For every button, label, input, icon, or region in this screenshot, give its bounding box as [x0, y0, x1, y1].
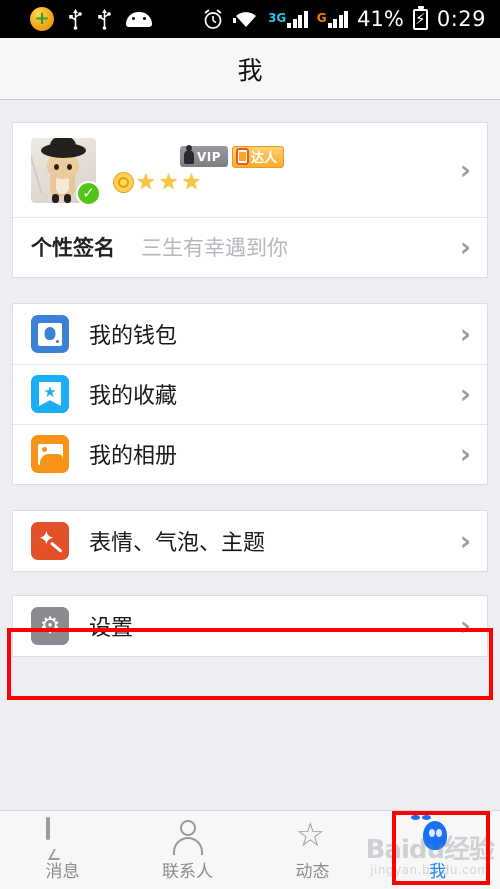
- level-badges[interactable]: ★ ★ ★: [114, 170, 284, 196]
- menu-item-label: 我的收藏: [89, 384, 178, 409]
- chevron-right-icon: ›: [459, 438, 471, 470]
- bottom-tab-bar: 消息 联系人 ☆ 动态 我: [0, 810, 500, 889]
- tab-messages[interactable]: 消息: [0, 811, 125, 889]
- status-bar-clock: 0:29: [436, 7, 486, 31]
- tab-label: 消息: [45, 861, 80, 882]
- network-g-label: G: [316, 10, 327, 25]
- title-bar: 我: [0, 38, 500, 100]
- signature-value: 三生有幸遇到你: [141, 236, 288, 260]
- verified-check-icon: ✓: [76, 180, 101, 206]
- scroll-content[interactable]: ✓ VIP 达人 ★ ★ ★ › 个性签名 三生有幸遇到你 › 我的钱包 › ★…: [0, 100, 500, 810]
- tab-contacts[interactable]: 联系人: [125, 811, 250, 889]
- network-g-indicator: G: [316, 10, 349, 28]
- chevron-right-icon: ›: [459, 231, 471, 263]
- magic-wand-icon: ✦: [31, 522, 69, 560]
- usb-icon: [68, 8, 83, 30]
- usb-icon: [97, 8, 112, 30]
- network-3g-indicator: 3G: [268, 10, 308, 28]
- menu-item-album[interactable]: 我的相册 ›: [13, 424, 487, 484]
- android-robot-icon: [126, 11, 152, 27]
- status-bar-left-icons: +: [10, 7, 152, 31]
- menu-group-themes: ✦ 表情、气泡、主题 ›: [12, 510, 488, 572]
- chevron-right-icon: ›: [459, 525, 471, 557]
- menu-item-emoji-bubble-theme[interactable]: ✦ 表情、气泡、主题 ›: [13, 511, 487, 571]
- page-title: 我: [237, 55, 263, 85]
- profile-row[interactable]: ✓ VIP 达人 ★ ★ ★ ›: [13, 123, 487, 217]
- menu-item-wallet[interactable]: 我的钱包 ›: [13, 304, 487, 364]
- chevron-right-icon: ›: [459, 318, 471, 350]
- phone-icon: [236, 148, 250, 165]
- person-icon: [171, 819, 205, 855]
- sun-level-icon: [114, 173, 133, 192]
- vip-badge[interactable]: VIP: [180, 144, 229, 167]
- wallet-icon: [31, 315, 69, 353]
- daren-badge-label: 达人: [251, 151, 278, 166]
- chevron-right-icon: ›: [459, 154, 471, 186]
- menu-item-label: 我的相册: [89, 444, 178, 469]
- wifi-icon: [233, 9, 259, 29]
- tab-label: 我: [429, 861, 446, 882]
- signature-label: 个性签名: [31, 236, 115, 260]
- profile-card: ✓ VIP 达人 ★ ★ ★ › 个性签名 三生有幸遇到你 ›: [12, 122, 488, 278]
- star-icon: ★: [158, 169, 179, 195]
- star-outline-icon: ☆: [295, 814, 326, 854]
- chevron-right-icon: ›: [459, 378, 471, 410]
- daren-badge[interactable]: 达人: [232, 145, 285, 168]
- vip-badge-label: VIP: [197, 149, 222, 164]
- tab-me[interactable]: 我: [375, 811, 500, 889]
- menu-group-wallet: 我的钱包 › ★ 我的收藏 › 我的相册 ›: [12, 303, 488, 485]
- star-icon: ★: [136, 169, 156, 195]
- bookmark-star-icon: ★: [31, 375, 69, 413]
- menu-item-label: 设置: [89, 616, 134, 641]
- tab-feed[interactable]: ☆ 动态: [250, 811, 375, 889]
- gear-icon: ⚙: [31, 607, 69, 645]
- penguin-icon: [410, 814, 455, 851]
- status-bar-right-icons: 3G G 41% ⚡ 0:29: [202, 5, 490, 31]
- menu-item-settings[interactable]: ⚙ 设置 ›: [13, 596, 487, 656]
- chevron-right-icon: ›: [459, 610, 471, 642]
- menu-group-settings: ⚙ 设置 ›: [12, 595, 488, 657]
- tab-label: 联系人: [162, 861, 213, 882]
- menu-item-favorites[interactable]: ★ 我的收藏 ›: [13, 364, 487, 424]
- vip-figure-icon: [184, 144, 194, 164]
- photo-album-icon: [31, 435, 69, 473]
- network-3g-label: 3G: [268, 10, 287, 25]
- profile-badges: VIP 达人 ★ ★ ★: [114, 144, 285, 196]
- star-icon: ★: [181, 169, 202, 195]
- avatar[interactable]: ✓: [31, 137, 101, 206]
- alarm-clock-icon: [202, 8, 224, 30]
- plus-circle-icon: +: [30, 7, 54, 31]
- menu-item-label: 表情、气泡、主题: [89, 531, 266, 556]
- tab-label: 动态: [295, 861, 330, 882]
- chat-bubble-icon: [45, 816, 80, 851]
- app-screen: + 3G G 41% ⚡ 0:29 我 ✓ VIP 达人 ★ ★ ★ › 个性签…: [0, 0, 500, 889]
- signature-row[interactable]: 个性签名 三生有幸遇到你 ›: [13, 217, 487, 277]
- battery-charging-icon: ⚡: [412, 5, 428, 30]
- battery-percent-label: 41%: [357, 7, 404, 31]
- menu-item-label: 我的钱包: [89, 324, 178, 349]
- status-bar: + 3G G 41% ⚡ 0:29: [0, 0, 500, 38]
